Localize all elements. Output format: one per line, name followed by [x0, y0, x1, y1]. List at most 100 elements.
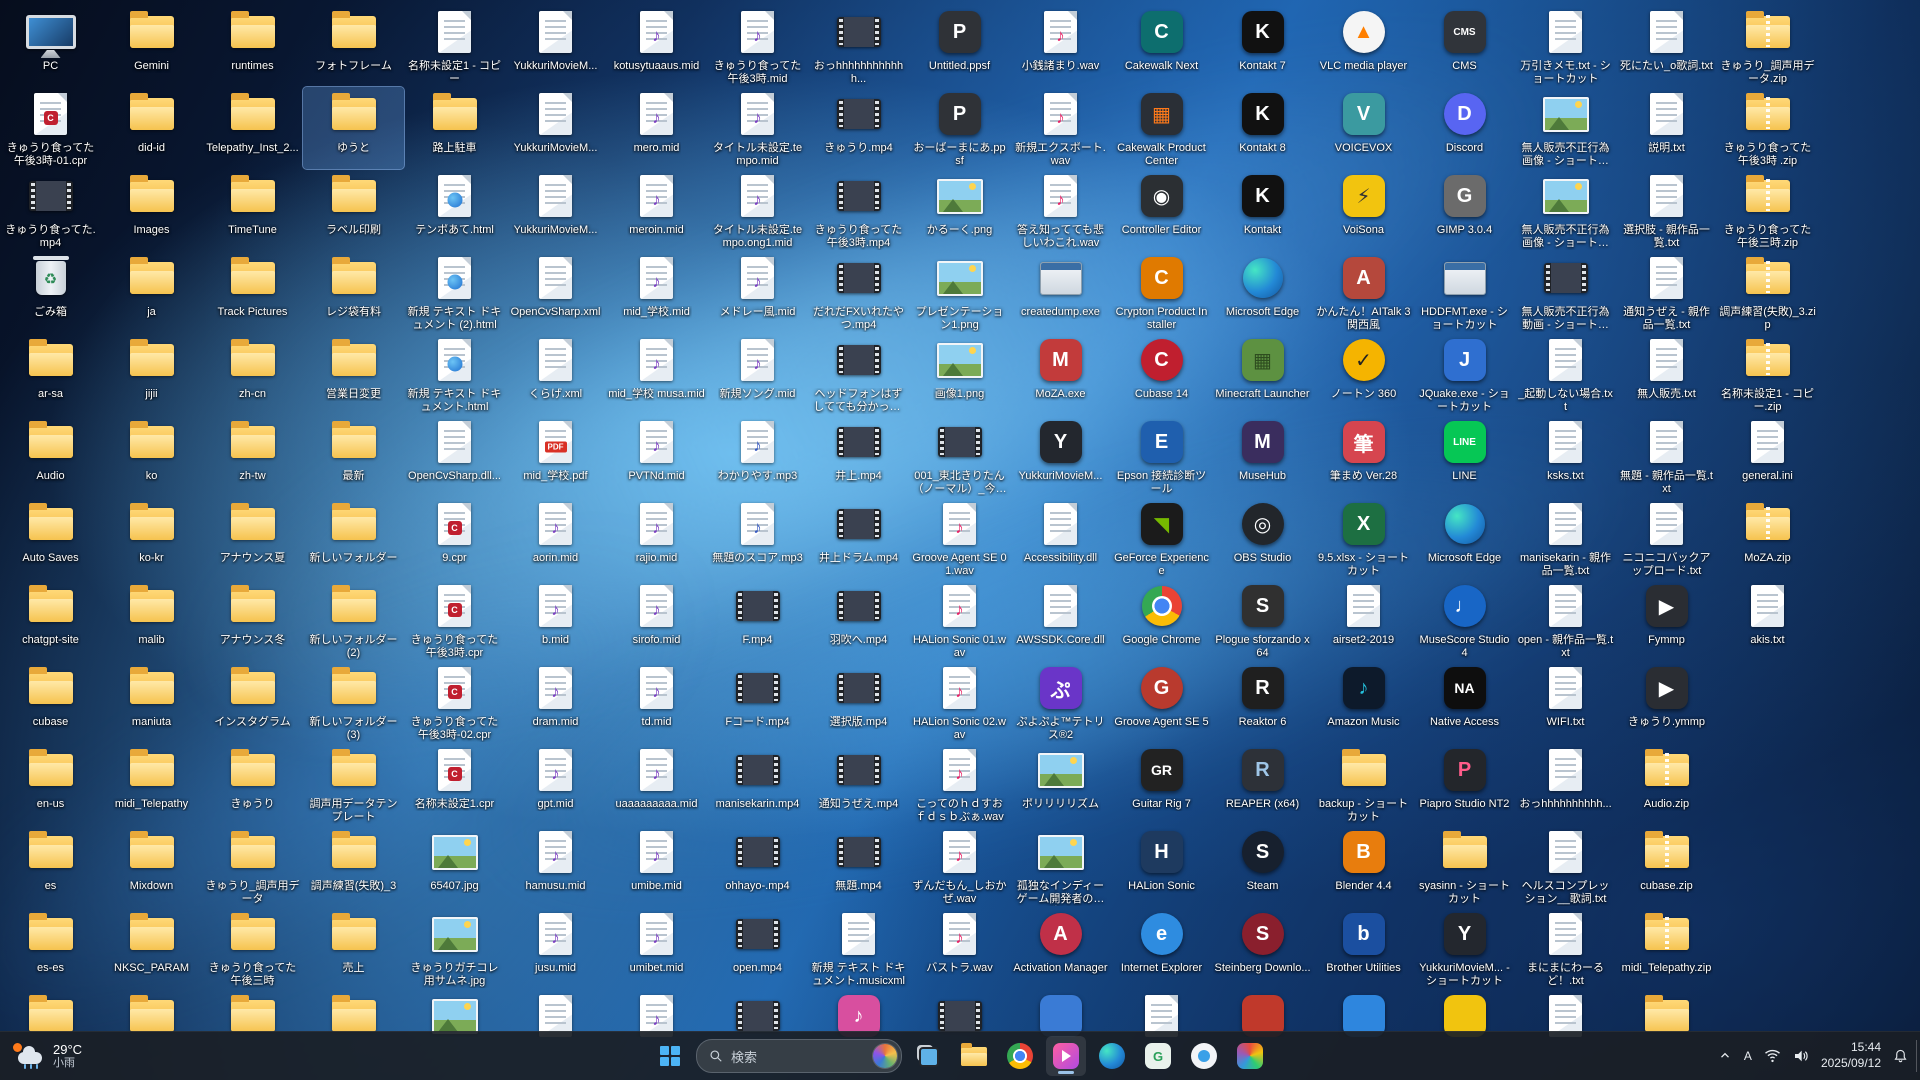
desktop-icon[interactable]: ohhayo-.mp4 — [707, 825, 808, 907]
desktop-icon[interactable]: 001_東北きりたん（ノーマル）_今しゃ... — [909, 415, 1010, 497]
desktop-icon[interactable]: ♪ sirofo.mid — [606, 579, 707, 661]
desktop-icon[interactable]: ♪ — [808, 989, 909, 1037]
desktop-icon[interactable]: きゅうり食ってた.mp4 — [0, 169, 101, 251]
wifi-icon[interactable] — [1764, 1049, 1781, 1063]
desktop-icon[interactable]: ♪ タイトル未設定.tempo.ong1.mid — [707, 169, 808, 251]
desktop-icon[interactable] — [1212, 989, 1313, 1037]
ime-indicator[interactable]: A — [1744, 1049, 1752, 1063]
desktop-icon[interactable] — [404, 989, 505, 1037]
desktop-icon[interactable]: ♪ HALion Sonic 01.wav — [909, 579, 1010, 661]
desktop-icon[interactable]: ヘッドフォンはずしてても分かった.mp4 — [808, 333, 909, 415]
desktop-icon[interactable]: ♪ きゅうり食ってた午後3時.mid — [707, 5, 808, 87]
desktop-icon[interactable]: ksks.txt — [1515, 415, 1616, 497]
desktop-icon[interactable] — [303, 989, 404, 1037]
desktop-icon[interactable]: backup - ショートカット — [1313, 743, 1414, 825]
desktop-icon[interactable]: ♪ mid_学校.mid — [606, 251, 707, 333]
desktop-icon[interactable]: R Reaktor 6 — [1212, 661, 1313, 743]
desktop-icon[interactable]: 調声用データテンプレート — [303, 743, 404, 825]
desktop-icon[interactable]: A かんたん！AITalk 3 関西風 — [1313, 251, 1414, 333]
desktop-icon[interactable]: P おーばーまにあ.ppsf — [909, 87, 1010, 169]
desktop-icon[interactable]: 選択版.mp4 — [808, 661, 909, 743]
desktop-icon[interactable]: ヘルスコンプレッション__歌詞.txt — [1515, 825, 1616, 907]
desktop-icon[interactable]: ゆうと — [302, 86, 405, 170]
desktop-icon[interactable]: ▶ きゅうり.ymmp — [1616, 661, 1717, 743]
desktop-icon[interactable]: 画像1.png — [909, 333, 1010, 415]
desktop-icon[interactable]: ♪ dram.mid — [505, 661, 606, 743]
notification-bell-icon[interactable] — [1893, 1048, 1908, 1064]
desktop-icon[interactable] — [101, 989, 202, 1037]
desktop-icon[interactable]: 65407.jpg — [404, 825, 505, 907]
desktop-icon[interactable]: NA Native Access — [1414, 661, 1515, 743]
desktop-icon[interactable]: PC — [0, 5, 101, 87]
desktop-icon[interactable]: きゅうり.mp4 — [808, 87, 909, 169]
desktop-icon[interactable]: manisekarin.mp4 — [707, 743, 808, 825]
taskbar-app-file-explorer[interactable] — [954, 1036, 994, 1076]
desktop-icon[interactable]: ♪ 新規ソング.mid — [707, 333, 808, 415]
desktop-icon[interactable]: ♪ HALion Sonic 02.wav — [909, 661, 1010, 743]
desktop-icon[interactable]: 通知うぜえ - 親作品一覧.txt — [1616, 251, 1717, 333]
desktop-icon[interactable]: HDDFMT.exe - ショートカット — [1414, 251, 1515, 333]
desktop-icon[interactable]: R REAPER (x64) — [1212, 743, 1313, 825]
desktop-icon[interactable]: ♪ jusu.mid — [505, 907, 606, 989]
desktop-icon[interactable]: ♻ ごみ箱 — [0, 251, 101, 333]
desktop-icon[interactable]: D Discord — [1414, 87, 1515, 169]
desktop-icon[interactable]: chatgpt-site — [0, 579, 101, 661]
desktop-icon[interactable]: A Activation Manager — [1010, 907, 1111, 989]
desktop-icon[interactable]: おっhhhhhhhhhhhh... — [808, 5, 909, 87]
desktop-icon[interactable]: Y YukkuriMovieM... — [1010, 415, 1111, 497]
desktop-icon[interactable]: きゅうり_調声用データ — [202, 825, 303, 907]
desktop-icon[interactable]: K Kontakt 7 — [1212, 5, 1313, 87]
desktop-icon[interactable]: syasinn - ショートカット — [1414, 825, 1515, 907]
start-button[interactable] — [650, 1036, 690, 1076]
desktop-icon[interactable]: ♪ バストラ.wav — [909, 907, 1010, 989]
taskbar-app-colorful-app[interactable] — [1230, 1036, 1270, 1076]
desktop-icon[interactable]: X 9.5.xlsx - ショートカット — [1313, 497, 1414, 579]
desktop-icon[interactable]: 営業日変更 — [303, 333, 404, 415]
desktop-icon[interactable]: Gemini — [101, 5, 202, 87]
desktop-icon[interactable]: Fコード.mp4 — [707, 661, 808, 743]
desktop-icon[interactable]: jijii — [101, 333, 202, 415]
desktop-icon[interactable]: ♪ Groove Agent SE 01.wav — [909, 497, 1010, 579]
desktop-icon[interactable]: en-us — [0, 743, 101, 825]
desktop-icon[interactable]: K Kontakt 8 — [1212, 87, 1313, 169]
desktop-icon[interactable]: ✓ ノートン 360 — [1313, 333, 1414, 415]
desktop-icon[interactable]: ♪ mid_学校 musa.mid — [606, 333, 707, 415]
desktop-icon[interactable]: G GIMP 3.0.4 — [1414, 169, 1515, 251]
desktop-icon[interactable]: 名称未設定1 - コピー.zip — [1717, 333, 1818, 415]
desktop-icon[interactable]: OpenCvSharp.dll... — [404, 415, 505, 497]
desktop-icon[interactable]: 孤独なインディーゲーム開発者の一生... — [1010, 825, 1111, 907]
desktop-icon[interactable]: ♪ uaaaaaaaaa.mid — [606, 743, 707, 825]
desktop-icon[interactable]: きゅうり食ってた午後3時 .zip — [1717, 87, 1818, 169]
taskbar-app-green-app[interactable]: G — [1138, 1036, 1178, 1076]
desktop-icon[interactable]: 死にたい_o歌詞.txt — [1616, 5, 1717, 87]
desktop-icon[interactable]: midi_Telepathy.zip — [1616, 907, 1717, 989]
desktop-icon[interactable]: GR Guitar Rig 7 — [1111, 743, 1212, 825]
desktop-icon[interactable]: zh-cn — [202, 333, 303, 415]
desktop-icon[interactable]: ▦ Cakewalk Product Center — [1111, 87, 1212, 169]
desktop-icon[interactable]: 新しいフォルダー (2) — [303, 579, 404, 661]
desktop-icon[interactable]: C Cubase 14 — [1111, 333, 1212, 415]
desktop-icon[interactable]: Microsoft Edge — [1212, 251, 1313, 333]
desktop-icon[interactable]: C きゅうり食ってた午後3時.cpr — [404, 579, 505, 661]
desktop-icon[interactable]: malib — [101, 579, 202, 661]
desktop-icon[interactable]: cubase — [0, 661, 101, 743]
desktop-icon[interactable]: ♪ タイトル未設定.tempo.mid — [707, 87, 808, 169]
desktop-icon[interactable]: CMS CMS — [1414, 5, 1515, 87]
desktop-icon[interactable]: Images — [101, 169, 202, 251]
desktop-icon[interactable]: きゅうり食ってた午後三時 — [202, 907, 303, 989]
desktop-icon[interactable]: ♪ 無題のスコア.mp3 — [707, 497, 808, 579]
desktop-icon[interactable]: PDF mid_学校.pdf — [505, 415, 606, 497]
desktop-icon[interactable]: zh-tw — [202, 415, 303, 497]
desktop-icon[interactable]: 新規 テキスト ドキュメント (2).html — [404, 251, 505, 333]
desktop-icon[interactable]: ◎ OBS Studio — [1212, 497, 1313, 579]
desktop-icon[interactable]: _起動しない場合.txt — [1515, 333, 1616, 415]
taskbar-app-light-app[interactable] — [1184, 1036, 1224, 1076]
desktop-icon[interactable]: E Epson 接続診断ツール — [1111, 415, 1212, 497]
desktop-icon[interactable]: ♪ — [606, 989, 707, 1037]
desktop-icon[interactable]: インスタグラム — [202, 661, 303, 743]
desktop-icon[interactable]: ♪ わかりやす.mp3 — [707, 415, 808, 497]
desktop-icon[interactable]: ポリリリリズム — [1010, 743, 1111, 825]
desktop-icon[interactable]: Accessibility.dll — [1010, 497, 1111, 579]
desktop-icon[interactable]: きゅうり食ってた午後三時.zip — [1717, 169, 1818, 251]
desktop-icon[interactable]: フォトフレーム — [303, 5, 404, 87]
